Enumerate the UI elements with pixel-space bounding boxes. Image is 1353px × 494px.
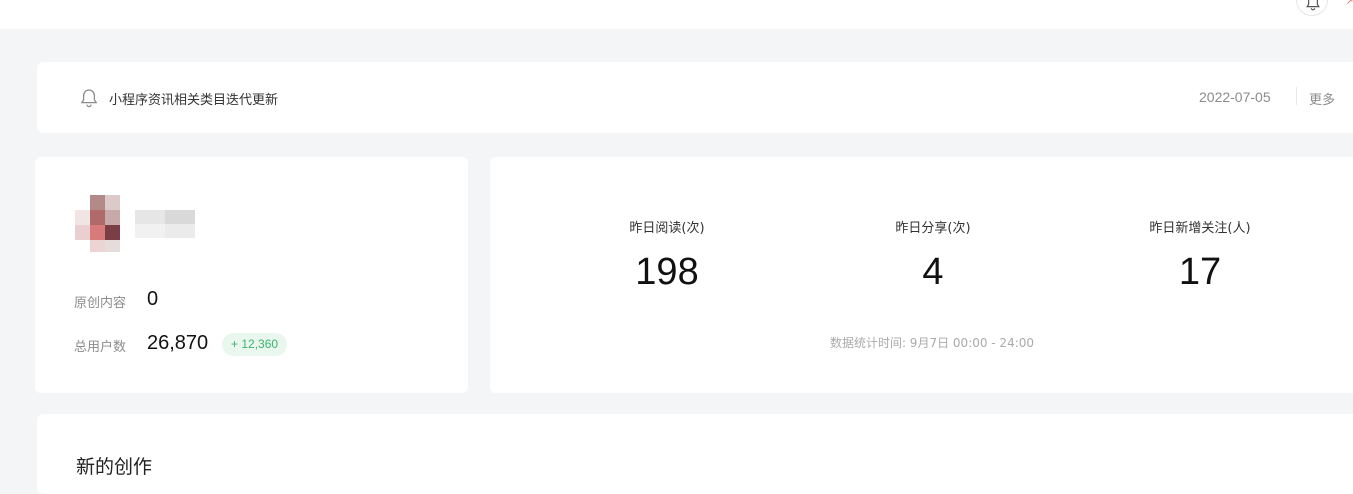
notice-title-link[interactable]: 小程序资讯相关类目迭代更新: [109, 89, 278, 108]
top-bar: ↗: [0, 0, 1353, 29]
stats-time-note: 数据统计时间: 9月7日 00:00 - 24:00: [829, 336, 1035, 350]
metric-yesterday-new-followers: 昨日新增关注(人) 17: [1100, 217, 1300, 294]
metric-label: 昨日新增关注(人): [1149, 221, 1251, 236]
avatar[interactable]: [75, 195, 121, 252]
metric-value: 198: [635, 251, 699, 293]
total-users-value: 26,870: [147, 332, 209, 354]
metric-yesterday-shares: 昨日分享(次) 4: [833, 217, 1033, 294]
notification-bell-button[interactable]: [1296, 0, 1328, 16]
metric-value: 17: [1178, 251, 1222, 293]
user-growth-badge: + 12,360: [222, 333, 288, 356]
notice-date: 2022-07-05: [1199, 89, 1271, 105]
account-card: 原创内容 0 总用户数 26,870 + 12,360: [35, 157, 468, 393]
total-users-label: 总用户数: [74, 340, 127, 355]
account-name-blurred: [135, 210, 195, 240]
divider: [1296, 87, 1297, 105]
metric-label: 昨日阅读(次): [629, 221, 705, 236]
bell-icon: [80, 89, 98, 108]
metric-value: 4: [922, 251, 944, 293]
bell-icon: [1306, 0, 1320, 11]
new-creation-card: 新的创作: [37, 414, 1353, 494]
section-title: 新的创作: [76, 456, 153, 478]
original-content-value: 0: [147, 288, 159, 310]
notice-card: 小程序资讯相关类目迭代更新 2022-07-05 更多: [37, 62, 1353, 133]
user-menu-edge[interactable]: ↗: [1346, 0, 1353, 7]
metric-label: 昨日分享(次): [895, 221, 971, 236]
metrics-card: 昨日阅读(次) 198 昨日分享(次) 4 昨日新增关注(人) 17 数据统计时…: [490, 157, 1353, 393]
original-content-label: 原创内容: [74, 296, 127, 311]
metric-yesterday-reads: 昨日阅读(次) 198: [567, 217, 767, 294]
more-link[interactable]: 更多: [1309, 89, 1335, 108]
